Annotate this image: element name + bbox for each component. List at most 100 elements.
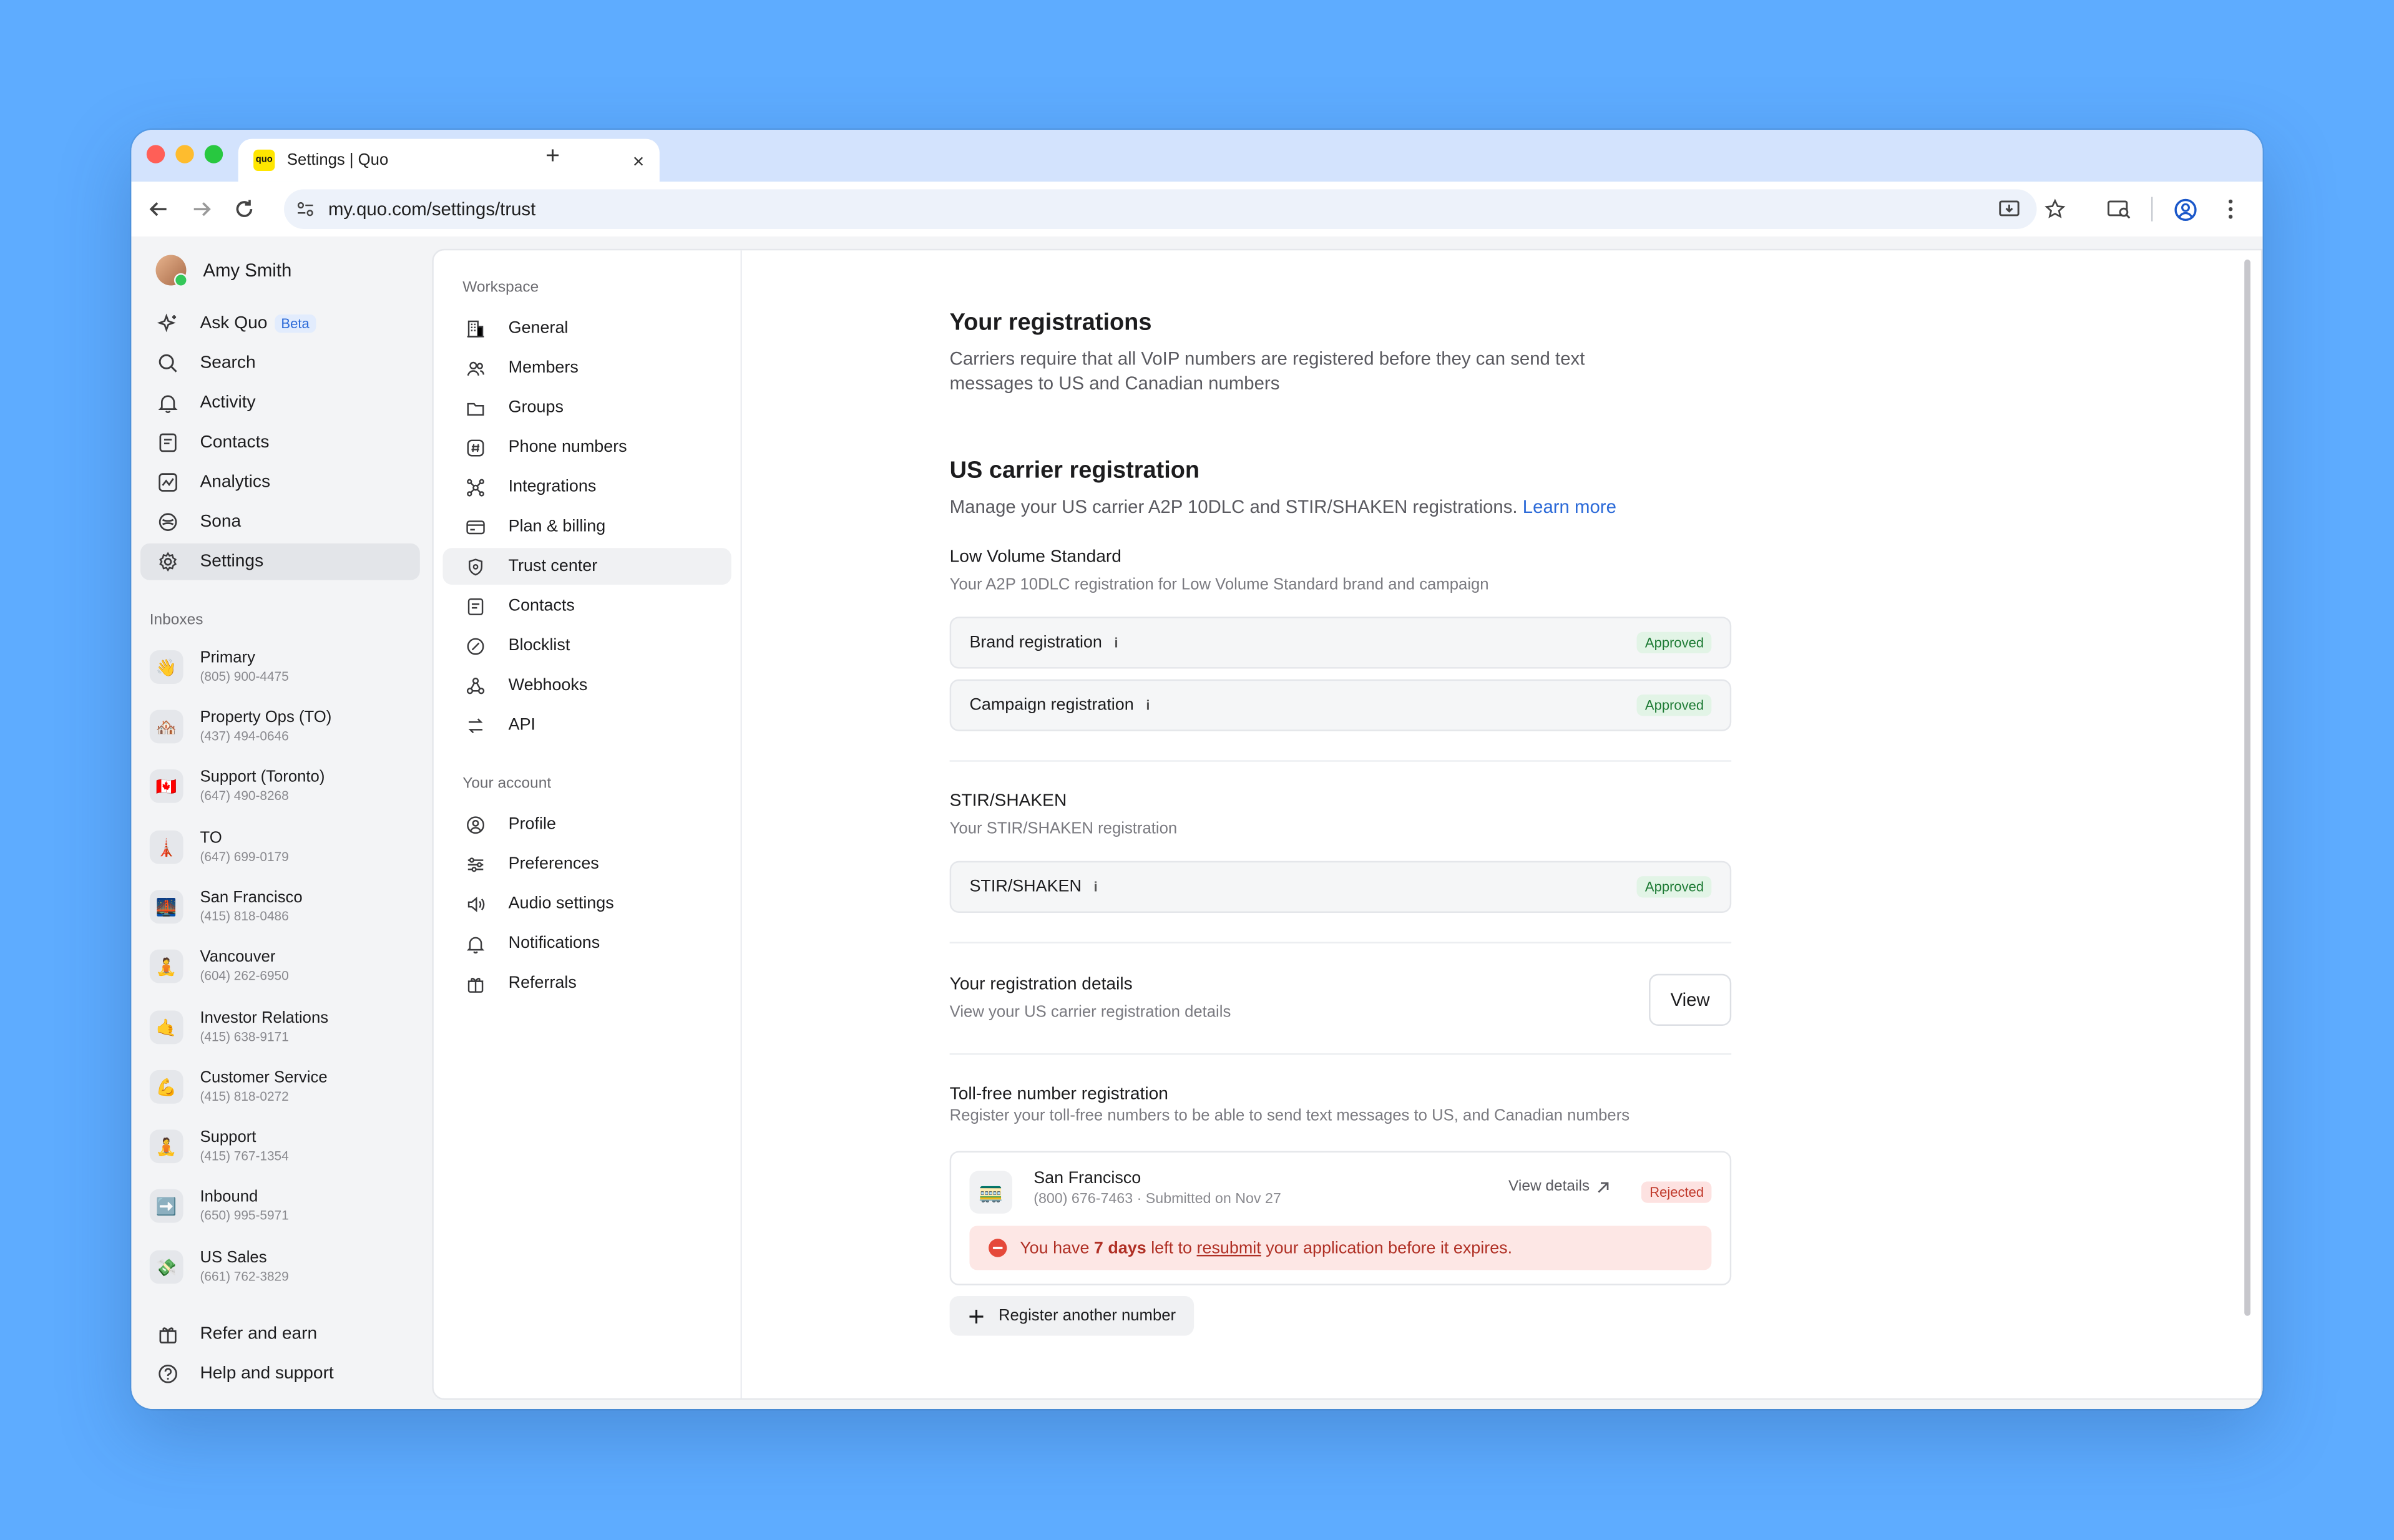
user-profile[interactable]: Amy Smith — [155, 255, 291, 287]
view-details-link[interactable]: View details — [1508, 1179, 1611, 1196]
settings-item-referrals[interactable]: Referrals — [442, 965, 731, 1001]
sidebar-item-settings[interactable]: Settings — [140, 543, 420, 580]
close-tab-icon[interactable]: × — [633, 149, 645, 172]
block-icon — [464, 635, 486, 656]
tab-search-icon[interactable] — [2099, 188, 2139, 230]
settings-item-trust-center[interactable]: Trust center — [442, 548, 731, 585]
inbox-phone: (415) 818-0272 — [200, 1088, 289, 1104]
forward-button[interactable] — [180, 188, 223, 230]
sidebar-item-sona[interactable]: Sona — [140, 504, 420, 540]
learn-more-link[interactable]: Learn more — [1523, 496, 1616, 517]
info-icon[interactable]: i — [1094, 879, 1098, 894]
address-bar[interactable]: my.quo.com/settings/trust — [284, 189, 2037, 229]
card-icon — [464, 516, 486, 537]
inbox-item[interactable]: 💸 US Sales (661) 762-3829 — [149, 1249, 289, 1285]
inbox-item[interactable]: 👋 Primary (805) 900-4475 — [149, 648, 289, 686]
inbox-name: TO — [200, 829, 222, 847]
register-another-label: Register another number — [998, 1307, 1176, 1325]
new-tab-button[interactable]: + — [534, 139, 571, 176]
back-button[interactable] — [137, 188, 180, 230]
view-button[interactable]: View — [1649, 973, 1732, 1026]
site-settings-icon[interactable] — [296, 200, 315, 218]
brand-registration-row[interactable]: Brand registration i Approved — [949, 616, 1732, 669]
us-carrier-title: US carrier registration — [949, 457, 1200, 484]
inbox-item[interactable]: ➡️ Inbound (650) 995-5971 — [149, 1187, 289, 1224]
toll-free-card: 🚃 San Francisco (800) 676-7463 · Submitt… — [949, 1151, 1732, 1285]
gift-icon — [464, 972, 486, 993]
minimize-window-button[interactable] — [175, 145, 194, 163]
settings-item-groups[interactable]: Groups — [442, 389, 731, 426]
inbox-emoji-icon: 🌉 — [149, 890, 183, 924]
status-badge: Rejected — [1642, 1181, 1712, 1203]
inbox-name: Primary — [200, 648, 255, 668]
settings-item-label: Blocklist — [508, 636, 570, 655]
inbox-item[interactable]: 🧘 Support (415) 767-1354 — [149, 1128, 289, 1165]
inbox-item[interactable]: 🧘 Vancouver (604) 262-6950 — [149, 948, 289, 985]
hash-icon — [464, 437, 486, 458]
account-section-title: Your account — [462, 775, 552, 792]
reload-icon — [236, 200, 253, 217]
inbox-item[interactable]: 🤙 Investor Relations (415) 638-9171 — [149, 1009, 328, 1046]
reload-button[interactable] — [223, 188, 265, 230]
close-window-button[interactable] — [146, 145, 165, 163]
inbox-item[interactable]: 💪 Customer Service (415) 818-0272 — [149, 1068, 328, 1105]
sidebar-item-ask-quo[interactable]: Ask Quo Beta — [140, 305, 420, 342]
info-icon[interactable]: i — [1146, 698, 1150, 713]
campaign-registration-row[interactable]: Campaign registration i Approved — [949, 679, 1732, 731]
low-volume-title: Low Volume Standard — [949, 548, 1121, 567]
account-icon[interactable] — [2165, 188, 2205, 230]
sidebar-item-help[interactable]: Help and support — [140, 1355, 420, 1392]
settings-item-notifications[interactable]: Notifications — [442, 925, 731, 962]
settings-item-phone-numbers[interactable]: Phone numbers — [442, 429, 731, 465]
settings-item-audio-settings[interactable]: Audio settings — [442, 885, 731, 922]
inbox-item[interactable]: 🌉 San Francisco (415) 818-0486 — [149, 889, 303, 925]
settings-item-label: Preferences — [508, 854, 599, 874]
browser-tab[interactable]: quo Settings | Quo × — [238, 139, 660, 182]
settings-item-blocklist[interactable]: Blocklist — [442, 627, 731, 664]
inbox-name: US Sales — [200, 1249, 267, 1267]
sidebar-item-activity[interactable]: Activity — [140, 384, 420, 421]
settings-item-general[interactable]: General — [442, 310, 731, 347]
stir-shaken-subtitle: Your STIR/SHAKEN registration — [949, 819, 1178, 839]
help-icon — [157, 1363, 178, 1385]
stir-shaken-row[interactable]: STIR/SHAKEN i Approved — [949, 860, 1732, 913]
settings-item-api[interactable]: API — [442, 707, 731, 744]
maximize-window-button[interactable] — [204, 145, 223, 163]
settings-item-integrations[interactable]: Integrations — [442, 469, 731, 505]
settings-item-members[interactable]: Members — [442, 349, 731, 386]
settings-item-label: Trust center — [508, 557, 598, 576]
stir-shaken-title: STIR/SHAKEN — [949, 792, 1067, 811]
sidebar-item-analytics[interactable]: Analytics — [140, 464, 420, 501]
resubmit-link[interactable]: resubmit — [1197, 1239, 1261, 1257]
window-controls — [146, 145, 223, 163]
alert-text: You have 7 days left to resubmit your ap… — [1020, 1239, 1513, 1257]
sidebar-item-refer-and-earn[interactable]: Refer and earn — [140, 1316, 420, 1353]
sidebar-item-label: Help and support — [200, 1365, 334, 1383]
bookmark-star-icon[interactable] — [2035, 188, 2075, 230]
sidebar-item-label: Refer and earn — [200, 1325, 318, 1343]
stir-shaken-label: STIR/SHAKEN — [969, 877, 1082, 897]
browser-toolbar: my.quo.com/settings/trust — [131, 182, 2263, 237]
tab-strip: quo Settings | Quo × + — [131, 129, 2263, 182]
settings-item-webhooks[interactable]: Webhooks — [442, 667, 731, 704]
tram-icon: 🚃 — [969, 1171, 1012, 1214]
registration-details-subtitle: View your US carrier registration detail… — [949, 1003, 1231, 1021]
settings-item-contacts[interactable]: Contacts — [442, 588, 731, 625]
settings-item-profile[interactable]: Profile — [442, 806, 731, 843]
sidebar-item-contacts[interactable]: Contacts — [140, 424, 420, 461]
registration-details-title: Your registration details — [949, 975, 1133, 994]
inbox-item[interactable]: 🇨🇦 Support (Toronto) (647) 490-8268 — [149, 768, 325, 805]
install-app-icon[interactable] — [1990, 188, 2030, 230]
scrollbar-thumb[interactable] — [2244, 259, 2250, 1316]
register-another-number-button[interactable]: Register another number — [949, 1295, 1195, 1336]
settings-item-preferences[interactable]: Preferences — [442, 846, 731, 882]
settings-item-plan-billing[interactable]: Plan & billing — [442, 509, 731, 545]
sidebar-item-label: Contacts — [200, 433, 270, 452]
us-carrier-subtitle: Manage your US carrier A2P 10DLC and STI… — [949, 496, 1616, 518]
more-menu-icon[interactable] — [2211, 188, 2250, 230]
inbox-item[interactable]: 🏘️ Property Ops (TO) (437) 494-0646 — [149, 708, 331, 745]
sidebar-item-search[interactable]: Search — [140, 345, 420, 382]
settings-item-label: Members — [508, 358, 579, 378]
info-icon[interactable]: i — [1114, 635, 1118, 650]
inbox-item[interactable]: 🗼 TO (647) 699-0179 — [149, 829, 289, 865]
